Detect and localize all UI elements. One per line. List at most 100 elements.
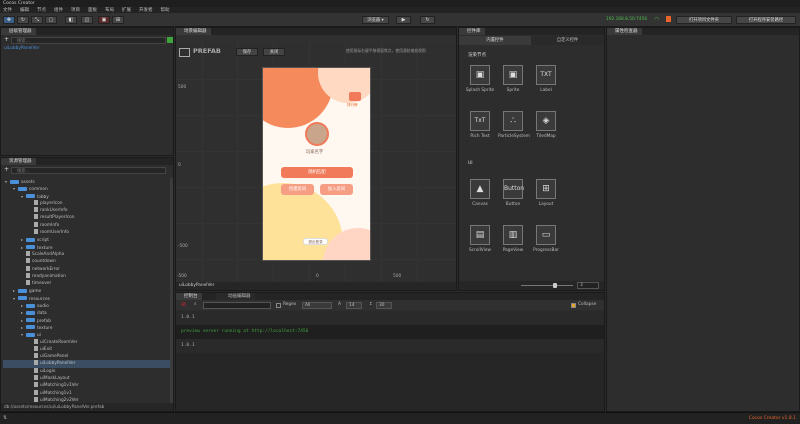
widget-item[interactable]: TXT Label — [531, 65, 561, 93]
folder-icon — [26, 310, 35, 315]
notification-icon — [666, 16, 671, 22]
asset-tree-item[interactable]: ▸ data — [3, 309, 171, 316]
rotate-tool-button[interactable]: ↻ — [17, 16, 29, 24]
log-level-select[interactable]: All — [302, 302, 332, 309]
asset-tree-item[interactable]: ▸ game — [3, 287, 171, 294]
widget-item[interactable]: ▤ ScrollView — [465, 225, 495, 253]
random-match-button[interactable]: 随机匹配 — [281, 167, 353, 178]
asset-tree-item[interactable]: ▸ texture — [3, 324, 171, 331]
main-toolbar: ✥ ↻ ⤡ ▢ ◧ ◫ ▣ ⊞ 浏览器 ▾ ▶ ↻ 192.168.8.50:7… — [0, 13, 800, 27]
widget-icon: ▲ — [470, 179, 490, 199]
asset-tree-item[interactable]: ▾ common — [3, 185, 171, 192]
open-project-folder-button[interactable]: 打开项目文件夹 — [676, 16, 732, 24]
console-tab[interactable]: 控制台 — [176, 293, 202, 300]
library-tab[interactable]: 控件库 — [459, 28, 485, 35]
asset-tree-item[interactable]: readyanimation — [3, 272, 171, 280]
widget-item[interactable]: ▥ PageView — [498, 225, 528, 253]
asset-tree-item[interactable]: countdown — [3, 258, 171, 265]
asset-tree-item[interactable]: ▸ script — [3, 236, 171, 243]
pivot-toggle-button[interactable]: ◧ — [65, 16, 77, 24]
line-height-select[interactable]: 30 — [376, 302, 392, 309]
asset-tree-item[interactable]: rankUserInfo — [3, 207, 171, 214]
asset-tree-item[interactable]: ▾ ui — [3, 331, 171, 338]
snap-toggle-button[interactable]: ▣ — [98, 16, 110, 24]
design-canvas[interactable]: 排行榜 玩家名字 随机匹配 创建房间 加入房间 退出登录 — [262, 67, 371, 261]
rank-icon[interactable] — [349, 92, 361, 101]
asset-tree-item[interactable]: uiLogin — [3, 367, 171, 375]
console-filter-input[interactable] — [203, 302, 271, 309]
asset-tree-item[interactable]: resultPlayerIcon — [3, 214, 171, 221]
animation-editor-tab[interactable]: 动画编辑器 — [216, 293, 255, 300]
asset-tree-item[interactable]: uiExit — [3, 345, 171, 353]
widget-item[interactable]: ▣ Splash Sprite — [465, 65, 495, 93]
assets-search-input[interactable]: 搜索... — [11, 167, 166, 174]
asset-tree-item[interactable]: roomInfo — [3, 221, 171, 229]
add-node-button[interactable]: + — [4, 36, 9, 43]
widget-item[interactable]: Button Button — [498, 179, 528, 207]
asset-tree-item[interactable]: ▸ audio — [3, 302, 171, 309]
local-toggle-button[interactable]: ◫ — [81, 16, 93, 24]
prefab-file-icon — [34, 345, 38, 351]
clear-console-icon[interactable]: ⊘ — [181, 301, 186, 308]
asset-tree-item[interactable]: playerIcon — [3, 199, 171, 207]
hierarchy-root-node[interactable]: uiLobbyPanelVer — [4, 46, 39, 51]
widget-item[interactable]: TxT Rich Text — [465, 111, 495, 139]
rect-tool-button[interactable]: ▢ — [45, 16, 57, 24]
asset-tree-item[interactable]: networkError — [3, 265, 171, 273]
asset-tree-item[interactable]: ▾ lobby — [3, 193, 171, 200]
device-select[interactable]: 浏览器 ▾ — [362, 16, 389, 24]
tab-builtin-widgets[interactable]: 内置控件 — [459, 36, 531, 45]
regex-checkbox[interactable] — [276, 303, 281, 308]
asset-tree-item[interactable]: ▾ resources — [3, 295, 171, 302]
widget-item[interactable]: ▲ Canvas — [465, 179, 495, 207]
font-size-select[interactable]: 14 — [346, 302, 362, 309]
move-tool-button[interactable]: ✥ — [3, 16, 15, 24]
asset-tree-item[interactable]: uiMatching1v1Ver — [3, 382, 171, 389]
asset-tree-item[interactable]: roomUserInfo — [3, 229, 171, 236]
zoom-slider-handle[interactable] — [553, 283, 557, 288]
play-button[interactable]: ▶ — [396, 16, 411, 24]
asset-tree-item[interactable]: uiCreateRoomVer — [3, 338, 171, 346]
inspector-tab[interactable]: 属性检查器 — [607, 28, 642, 35]
logout-button[interactable]: 退出登录 — [303, 238, 328, 245]
prefab-save-button[interactable]: 保存 — [236, 48, 258, 56]
scale-tool-button[interactable]: ⤡ — [31, 16, 43, 24]
prefab-file-icon — [34, 375, 38, 381]
widget-item[interactable]: ▭ ProgressBar — [531, 225, 561, 253]
join-room-button[interactable]: 加入房间 — [320, 184, 353, 195]
refresh-button[interactable]: ↻ — [420, 16, 435, 24]
assets-scrollbar[interactable] — [170, 178, 173, 403]
widget-item[interactable]: ◈ TiledMap — [531, 111, 561, 139]
asset-tree-item[interactable]: ▾ assets — [3, 178, 171, 185]
collapse-checkbox[interactable] — [571, 303, 576, 308]
prefab-close-button[interactable]: 关闭 — [263, 48, 285, 56]
asset-tree-item[interactable]: uiMatching1v1 — [3, 389, 171, 397]
asset-tree-item[interactable]: ScaleAndAlpha — [3, 250, 171, 258]
asset-tree-item[interactable]: uiLobbyPanelVer — [3, 360, 171, 368]
widget-item[interactable]: ▣ Sprite — [498, 65, 528, 93]
widget-item[interactable]: ⊞ Layout — [531, 179, 561, 207]
asset-tree-item[interactable]: timeover — [3, 280, 171, 287]
scene-viewport[interactable]: 500 0 -500 -500 0 500 排行榜 玩家名字 随机匹配 创建房间… — [176, 43, 456, 284]
asset-tree-item[interactable]: ▸ texture — [3, 244, 171, 251]
hierarchy-tab[interactable]: 层级管理器 — [1, 28, 36, 35]
add-asset-button[interactable]: + — [4, 166, 9, 173]
asset-tree-label: roomUserInfo — [40, 230, 70, 236]
zoom-input[interactable]: 3 — [577, 282, 599, 289]
widget-icon: TxT — [470, 111, 490, 131]
asset-tree-item[interactable]: uiMaskLayout — [3, 375, 171, 382]
tab-custom-widgets[interactable]: 自定义控件 — [531, 36, 604, 45]
scene-tab[interactable]: 场景编辑器 — [176, 28, 211, 35]
hierarchy-search-input[interactable]: 搜索... — [11, 37, 166, 44]
hierarchy-filter-icon[interactable] — [167, 37, 173, 43]
asset-tree-item[interactable]: ▸ prefab — [3, 317, 171, 324]
create-room-button[interactable]: 创建房间 — [281, 184, 314, 195]
open-install-path-button[interactable]: 打开程序安装路径 — [736, 16, 796, 24]
assets-tab[interactable]: 资源管理器 — [1, 158, 36, 165]
asset-tree-label: uiMatching1v1Ver — [40, 383, 79, 389]
asset-tree-item[interactable]: uiGamePanel — [3, 353, 171, 360]
widget-library-panel: 控件库 内置控件 自定义控件 渲染节点 ▣ Splash Sprite ▣ Sprit… — [458, 27, 605, 291]
widget-item[interactable]: ∴ ParticleSystem — [498, 111, 530, 139]
zoom-slider-track[interactable] — [521, 285, 573, 286]
grid-toggle-button[interactable]: ⊞ — [112, 16, 124, 24]
